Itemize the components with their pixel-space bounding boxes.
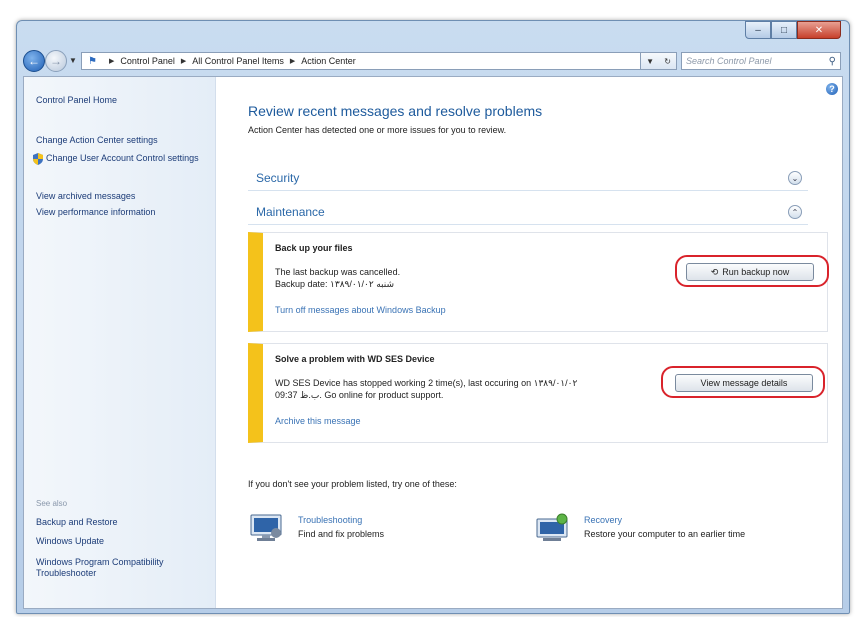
backup-message-line1: The last backup was cancelled. xyxy=(275,267,401,277)
page-subtitle: Action Center has detected one or more i… xyxy=(248,125,507,135)
search-placeholder: Search Control Panel xyxy=(686,56,772,66)
recovery-tool[interactable]: Recovery Restore your computer to an ear… xyxy=(534,513,794,553)
search-input[interactable]: Search Control Panel ⚲ xyxy=(681,52,841,70)
see-also-compatibility-troubleshooter[interactable]: Windows Program Compatibility Troublesho… xyxy=(36,557,176,579)
breadcrumb-arrow-icon[interactable]: ▶ xyxy=(290,57,295,65)
maintenance-section-header[interactable]: Maintenance ⌃ xyxy=(248,199,808,225)
breadcrumb-arrow-icon[interactable]: ▶ xyxy=(181,57,186,65)
sidebar-change-action-center-settings[interactable]: Change Action Center settings xyxy=(36,135,212,146)
content-area: Control Panel Home Change Action Center … xyxy=(23,76,843,609)
address-bar[interactable]: ⚑ ▶ Control Panel ▶ All Control Panel It… xyxy=(81,52,641,70)
wd-ses-message-line2: 09:37 ب.ظ. Go online for product support… xyxy=(275,390,444,400)
sidebar-change-uac-settings[interactable]: Change User Account Control settings xyxy=(46,153,212,164)
recovery-description: Restore your computer to an earlier time xyxy=(584,529,746,539)
collapse-maintenance-chevron-icon[interactable]: ⌃ xyxy=(788,205,802,219)
refresh-icon[interactable]: ↻ xyxy=(664,57,671,66)
address-buttons: ▼ ↻ xyxy=(641,52,677,70)
troubleshooting-icon xyxy=(250,514,282,541)
forward-button[interactable]: → xyxy=(45,50,67,72)
breadcrumb-all-items[interactable]: All Control Panel Items xyxy=(192,56,284,66)
address-dropdown-icon[interactable]: ▼ xyxy=(646,57,654,66)
breadcrumb-control-panel[interactable]: Control Panel xyxy=(120,56,175,66)
backup-message: Back up your files The last backup was c… xyxy=(248,232,829,332)
control-panel-icon: ⚑ xyxy=(88,55,97,67)
archive-message-link[interactable]: Archive this message xyxy=(275,416,361,426)
sidebar-view-archived-messages[interactable]: View archived messages xyxy=(36,191,212,202)
maximize-button[interactable]: □ xyxy=(771,21,797,39)
navigation-bar: ← → ▼ ⚑ ▶ Control Panel ▶ All Control Pa… xyxy=(23,50,843,72)
troubleshooting-link[interactable]: Troubleshooting xyxy=(298,515,362,525)
search-icon[interactable]: ⚲ xyxy=(829,56,836,67)
highlight-ring xyxy=(661,366,825,398)
close-button[interactable]: ✕ xyxy=(797,21,841,39)
see-also-windows-update[interactable]: Windows Update xyxy=(36,536,104,547)
turn-off-backup-messages-link[interactable]: Turn off messages about Windows Backup xyxy=(275,305,446,315)
page-title: Review recent messages and resolve probl… xyxy=(248,103,543,119)
help-icon[interactable]: ? xyxy=(826,83,838,95)
wd-ses-message-line1: WD SES Device has stopped working 2 time… xyxy=(275,378,578,388)
sidebar: Control Panel Home Change Action Center … xyxy=(24,77,216,608)
wd-ses-message: Solve a problem with WD SES Device WD SE… xyxy=(248,343,828,443)
title-bar[interactable]: – □ ✕ xyxy=(17,21,849,49)
minimize-button[interactable]: – xyxy=(745,21,771,39)
back-button[interactable]: ← xyxy=(23,50,45,72)
security-section-label: Security xyxy=(256,171,300,185)
sidebar-control-panel-home[interactable]: Control Panel Home xyxy=(36,95,117,106)
breadcrumb-action-center[interactable]: Action Center xyxy=(301,56,356,66)
backup-message-title: Back up your files xyxy=(275,243,353,253)
backup-message-line2: Backup date: شنبه ۱۳۸۹/۰۱/۰۲ xyxy=(275,279,395,289)
sidebar-view-performance-information[interactable]: View performance information xyxy=(36,207,212,218)
caption-buttons: – □ ✕ xyxy=(745,21,841,39)
see-also-heading: See also xyxy=(36,499,68,508)
troubleshooting-description: Find and fix problems xyxy=(298,529,385,539)
recent-pages-dropdown-icon[interactable]: ▼ xyxy=(69,56,77,65)
recovery-icon xyxy=(536,513,568,541)
recovery-link[interactable]: Recovery xyxy=(584,515,622,525)
breadcrumb-arrow-icon[interactable]: ▶ xyxy=(109,57,114,65)
security-section-header[interactable]: Security ⌄ xyxy=(248,165,808,191)
maintenance-section-label: Maintenance xyxy=(256,205,325,219)
expand-security-chevron-icon[interactable]: ⌄ xyxy=(788,171,802,185)
main-panel: ? Review recent messages and resolve pro… xyxy=(224,77,842,608)
uac-shield-icon xyxy=(33,153,43,165)
troubleshooting-prompt: If you don't see your problem listed, tr… xyxy=(248,479,457,489)
highlight-ring xyxy=(675,255,829,287)
troubleshooting-tool[interactable]: Troubleshooting Find and fix problems xyxy=(248,513,498,553)
action-center-window: – □ ✕ ← → ▼ ⚑ ▶ Control Panel ▶ All Cont… xyxy=(16,20,850,614)
see-also-backup-and-restore[interactable]: Backup and Restore xyxy=(36,517,118,528)
wd-ses-message-title: Solve a problem with WD SES Device xyxy=(275,354,435,364)
